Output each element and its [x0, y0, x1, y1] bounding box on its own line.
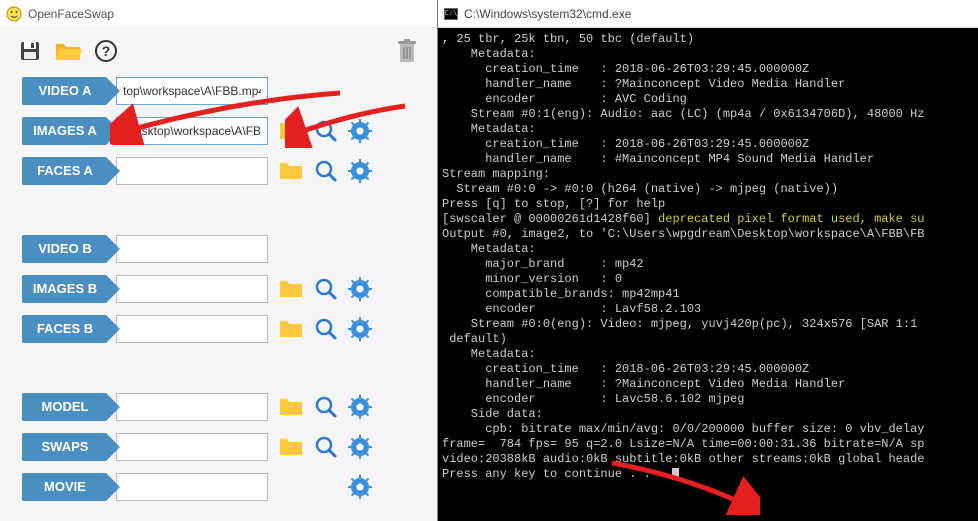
row-video-b: VIDEO B	[22, 232, 415, 266]
gear-icon[interactable]	[348, 395, 372, 419]
input-video-a[interactable]	[116, 77, 268, 105]
openfaceswap-window: OpenFaceSwap ? VIDEO A IMAGES A	[0, 0, 437, 521]
open-folder-icon[interactable]	[54, 39, 82, 63]
folder-icon[interactable]	[278, 396, 304, 418]
label-images-a[interactable]: IMAGES A	[22, 117, 106, 145]
input-faces-a[interactable]	[116, 157, 268, 185]
label-video-b[interactable]: VIDEO B	[22, 235, 106, 263]
gear-icon[interactable]	[348, 119, 372, 143]
folder-icon[interactable]	[278, 160, 304, 182]
save-icon[interactable]	[18, 39, 42, 63]
gear-icon[interactable]	[348, 475, 372, 499]
app-icon	[6, 6, 22, 22]
search-icon[interactable]	[314, 435, 338, 459]
label-video-a[interactable]: VIDEO A	[22, 77, 106, 105]
label-images-b[interactable]: IMAGES B	[22, 275, 106, 303]
gear-icon[interactable]	[348, 159, 372, 183]
search-icon[interactable]	[314, 395, 338, 419]
titlebar: OpenFaceSwap	[0, 0, 437, 28]
cmd-icon: C:\	[444, 8, 458, 20]
row-faces-b: FACES B	[22, 312, 415, 346]
search-icon[interactable]	[314, 159, 338, 183]
main-toolbar: ?	[0, 28, 437, 74]
titlebar-text: OpenFaceSwap	[28, 7, 114, 21]
input-movie[interactable]	[116, 473, 268, 501]
folder-icon[interactable]	[278, 120, 304, 142]
cmd-title: C:\Windows\system32\cmd.exe	[464, 7, 631, 21]
svg-text:?: ?	[102, 43, 111, 59]
label-faces-a[interactable]: FACES A	[22, 157, 106, 185]
help-icon[interactable]: ?	[94, 39, 118, 63]
row-images-a: IMAGES A	[22, 114, 415, 148]
row-images-b: IMAGES B	[22, 272, 415, 306]
trash-icon[interactable]	[395, 38, 419, 64]
row-faces-a: FACES A	[22, 154, 415, 188]
folder-icon[interactable]	[278, 436, 304, 458]
label-faces-b[interactable]: FACES B	[22, 315, 106, 343]
cmd-titlebar: C:\ C:\Windows\system32\cmd.exe	[438, 0, 978, 28]
console-output: , 25 tbr, 25k tbn, 50 tbc (default) Meta…	[438, 28, 978, 521]
search-icon[interactable]	[314, 119, 338, 143]
row-swaps: SWAPS	[22, 430, 415, 464]
input-model[interactable]	[116, 393, 268, 421]
input-swaps[interactable]	[116, 433, 268, 461]
search-icon[interactable]	[314, 317, 338, 341]
input-faces-b[interactable]	[116, 315, 268, 343]
label-model[interactable]: MODEL	[22, 393, 106, 421]
folder-icon[interactable]	[278, 318, 304, 340]
row-video-a: VIDEO A	[22, 74, 415, 108]
input-images-b[interactable]	[116, 275, 268, 303]
gear-icon[interactable]	[348, 435, 372, 459]
input-video-b[interactable]	[116, 235, 268, 263]
row-movie: MOVIE	[22, 470, 415, 504]
label-swaps[interactable]: SWAPS	[22, 433, 106, 461]
gear-icon[interactable]	[348, 317, 372, 341]
search-icon[interactable]	[314, 277, 338, 301]
gear-icon[interactable]	[348, 277, 372, 301]
input-images-a[interactable]	[116, 117, 268, 145]
rows-container: VIDEO A IMAGES A FACES A VIDEO B IMAGES	[0, 74, 437, 504]
row-model: MODEL	[22, 390, 415, 424]
cmd-window: C:\ C:\Windows\system32\cmd.exe , 25 tbr…	[437, 0, 978, 521]
folder-icon[interactable]	[278, 278, 304, 300]
label-movie[interactable]: MOVIE	[22, 473, 106, 501]
